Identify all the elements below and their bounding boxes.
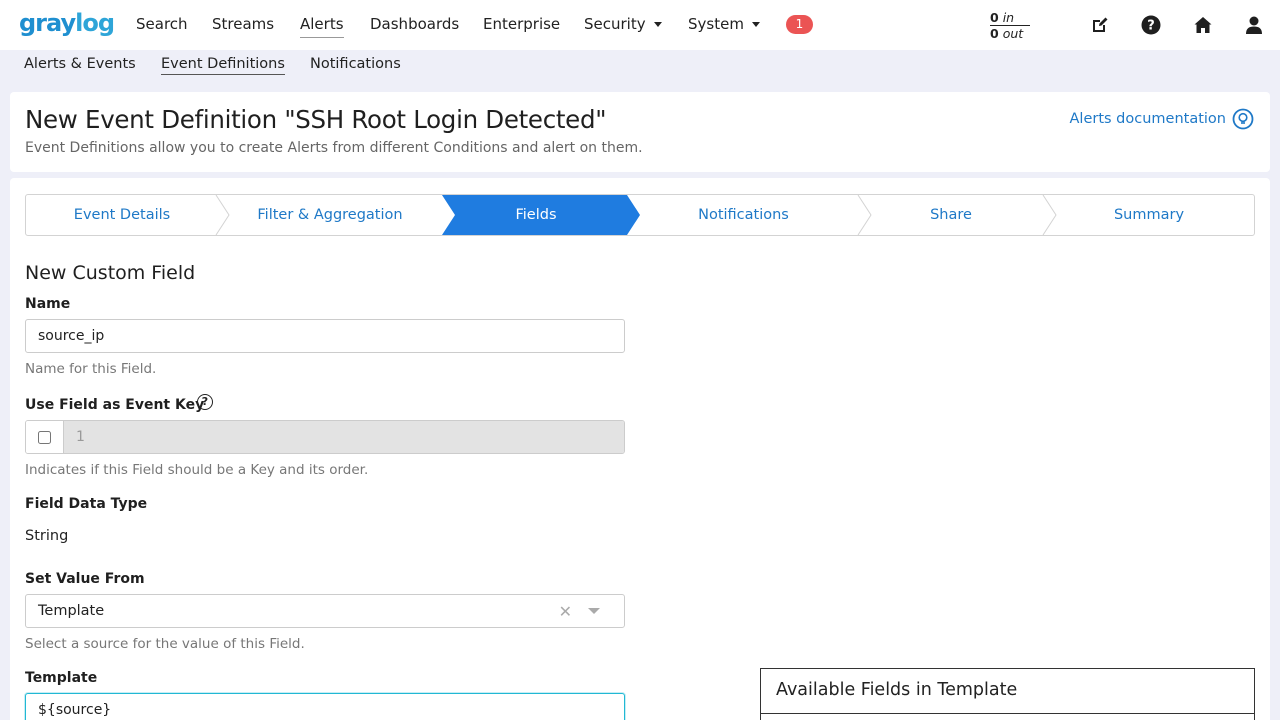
chevron-down-icon (653, 22, 662, 27)
alerts-documentation-link[interactable]: Alerts documentation (1070, 111, 1227, 127)
event-key-help: Indicates if this Field should be a Key … (25, 462, 369, 478)
logo-text-gray: gray (19, 9, 76, 37)
main-panel: Event Details Filter & Aggregation Field… (10, 178, 1270, 720)
step-filter-aggregation[interactable]: Filter & Aggregation (226, 195, 434, 235)
event-key-checkbox[interactable] (38, 430, 51, 444)
available-fields-panel: Available Fields in Template (760, 668, 1255, 720)
nav-dashboards[interactable]: Dashboards (370, 15, 459, 33)
nav-system-label: System (688, 15, 744, 33)
available-fields-title: Available Fields in Template (776, 680, 1018, 700)
name-input[interactable] (25, 319, 625, 353)
help-icon[interactable]: ? (1139, 13, 1163, 37)
step-summary[interactable]: Summary (1050, 195, 1248, 235)
step-share[interactable]: Share (862, 195, 1040, 235)
set-value-from-help: Select a source for the value of this Fi… (25, 636, 305, 652)
nav-enterprise[interactable]: Enterprise (483, 15, 560, 33)
nav-security-label: Security (584, 15, 646, 33)
nav-security-dropdown[interactable]: Security (584, 15, 662, 33)
chevron-down-icon[interactable] (588, 608, 600, 614)
data-type-label: Field Data Type (25, 496, 148, 512)
event-key-label: Use Field as Event Key (25, 397, 205, 413)
data-type-value: String (25, 528, 69, 544)
event-key-checkbox-wrap (26, 421, 64, 453)
set-value-from-select[interactable]: Template ✕ (25, 594, 625, 628)
page-description: Event Definitions allow you to create Al… (25, 140, 643, 156)
subnav-alerts-events[interactable]: Alerts & Events (24, 56, 136, 72)
user-icon[interactable] (1242, 13, 1266, 37)
graylog-logo[interactable]: graylog (19, 9, 115, 37)
page-title: New Event Definition "SSH Root Login Det… (25, 105, 607, 134)
name-help: Name for this Field. (25, 361, 157, 377)
nav-streams[interactable]: Streams (212, 15, 274, 33)
top-navbar: graylog Search Streams Alerts Dashboards… (0, 0, 1280, 50)
step-fields[interactable]: Fields (446, 195, 626, 235)
throughput-out: 0 out (990, 26, 1024, 41)
throughput-in: 0 in (990, 10, 1030, 26)
nav-search[interactable]: Search (136, 15, 188, 33)
help-icon[interactable]: ? (197, 394, 213, 410)
svg-text:?: ? (1147, 19, 1155, 34)
clear-icon[interactable]: ✕ (559, 602, 572, 621)
divider (761, 713, 1254, 714)
wizard-steps: Event Details Filter & Aggregation Field… (25, 194, 1255, 236)
step-notifications[interactable]: Notifications (636, 195, 851, 235)
edit-icon[interactable] (1088, 13, 1112, 37)
notification-badge[interactable]: 1 (786, 15, 813, 34)
event-key-order-input (64, 421, 624, 453)
chevron-down-icon (751, 22, 760, 27)
home-icon[interactable] (1191, 13, 1215, 37)
subnav-event-definitions[interactable]: Event Definitions (161, 56, 285, 75)
template-label: Template (25, 670, 98, 686)
name-label: Name (25, 296, 71, 312)
page-header: New Event Definition "SSH Root Login Det… (10, 92, 1270, 172)
nav-alerts[interactable]: Alerts (300, 15, 344, 38)
set-value-from-label: Set Value From (25, 571, 145, 587)
lightbulb-icon[interactable] (1232, 108, 1254, 130)
logo-text-log: log (75, 9, 115, 37)
event-key-group (25, 420, 625, 454)
throughput-indicator[interactable]: 0 in 0 out (990, 10, 1030, 41)
select-value: Template (38, 603, 105, 619)
template-input[interactable] (25, 693, 625, 720)
subnav-notifications[interactable]: Notifications (310, 56, 401, 72)
step-event-details[interactable]: Event Details (26, 195, 218, 235)
nav-system-dropdown[interactable]: System (688, 15, 760, 33)
section-title: New Custom Field (25, 262, 196, 284)
